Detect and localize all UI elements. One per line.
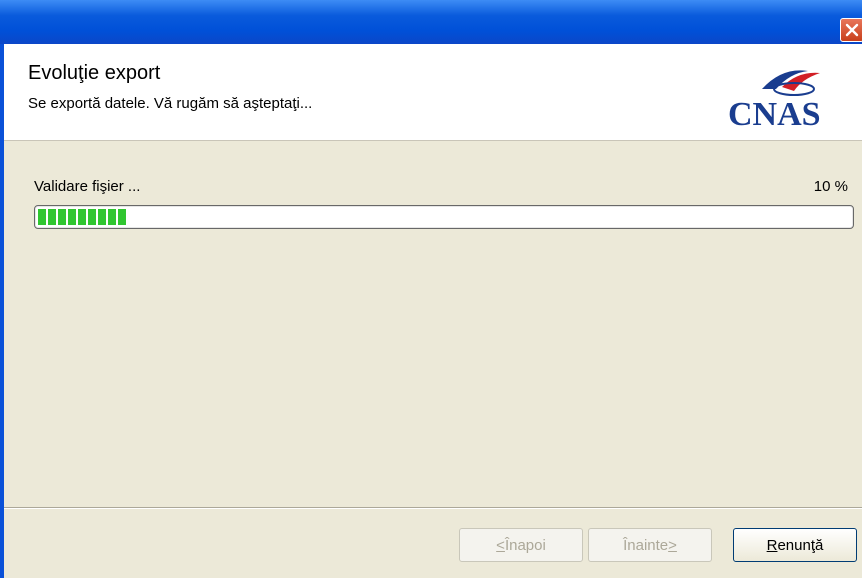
progress-bar bbox=[34, 205, 854, 229]
page-subtitle: Se exportă datele. Vă rugăm să aşteptaţi… bbox=[28, 95, 313, 112]
next-label: Înainte bbox=[623, 536, 669, 554]
back-button[interactable]: < Înapoi bbox=[459, 528, 583, 562]
cnas-logo: CNAS bbox=[728, 70, 821, 129]
page-title: Evoluţie export bbox=[28, 62, 161, 84]
close-button[interactable] bbox=[840, 18, 862, 42]
next-button[interactable]: Înainte > bbox=[588, 528, 712, 562]
logo-text: CNAS bbox=[728, 96, 821, 129]
cancel-button[interactable]: Renunţă bbox=[733, 528, 857, 562]
footer-separator bbox=[4, 507, 862, 509]
export-wizard-window: Evoluţie export Se exportă datele. Vă ru… bbox=[0, 0, 862, 578]
wizard-header: Evoluţie export Se exportă datele. Vă ru… bbox=[4, 44, 862, 141]
progress-fill bbox=[38, 209, 128, 225]
cancel-label: enunţă bbox=[777, 536, 824, 554]
title-bar[interactable] bbox=[0, 0, 862, 44]
progress-percent: 10 % bbox=[813, 178, 848, 195]
back-accel: < bbox=[496, 536, 505, 554]
next-accel: > bbox=[668, 536, 677, 554]
progress-status: Validare fişier ... bbox=[34, 178, 141, 195]
cancel-accel: R bbox=[766, 536, 778, 554]
back-label: Înapoi bbox=[504, 536, 546, 554]
close-icon bbox=[845, 23, 859, 37]
